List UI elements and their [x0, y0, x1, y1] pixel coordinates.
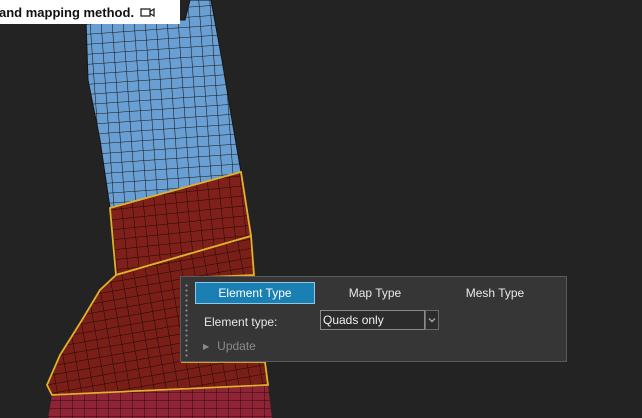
mesh-options-panel: Element Type Map Type Mesh Type Element …	[180, 276, 567, 362]
element-type-label: Element type:	[204, 315, 278, 329]
tooltip-text: and mapping method.	[0, 4, 135, 20]
blue-mesh-surface	[85, 0, 242, 209]
tab-element-type[interactable]: Element Type	[195, 282, 315, 304]
update-label: Update	[217, 339, 256, 353]
drag-handle[interactable]	[185, 283, 188, 357]
video-camera-icon[interactable]	[140, 7, 155, 18]
element-type-value: Quads only	[323, 313, 384, 327]
update-section[interactable]: ▶ Update	[203, 339, 256, 353]
expand-triangle-icon: ▶	[203, 341, 210, 351]
panel-tabs: Element Type Map Type Mesh Type	[195, 282, 555, 304]
tooltip-banner: and mapping method.	[0, 0, 180, 24]
tab-map-type[interactable]: Map Type	[315, 282, 435, 304]
tab-mesh-type[interactable]: Mesh Type	[435, 282, 555, 304]
element-type-dropdown[interactable]: Quads only	[320, 310, 425, 330]
chevron-down-icon[interactable]	[425, 310, 439, 330]
